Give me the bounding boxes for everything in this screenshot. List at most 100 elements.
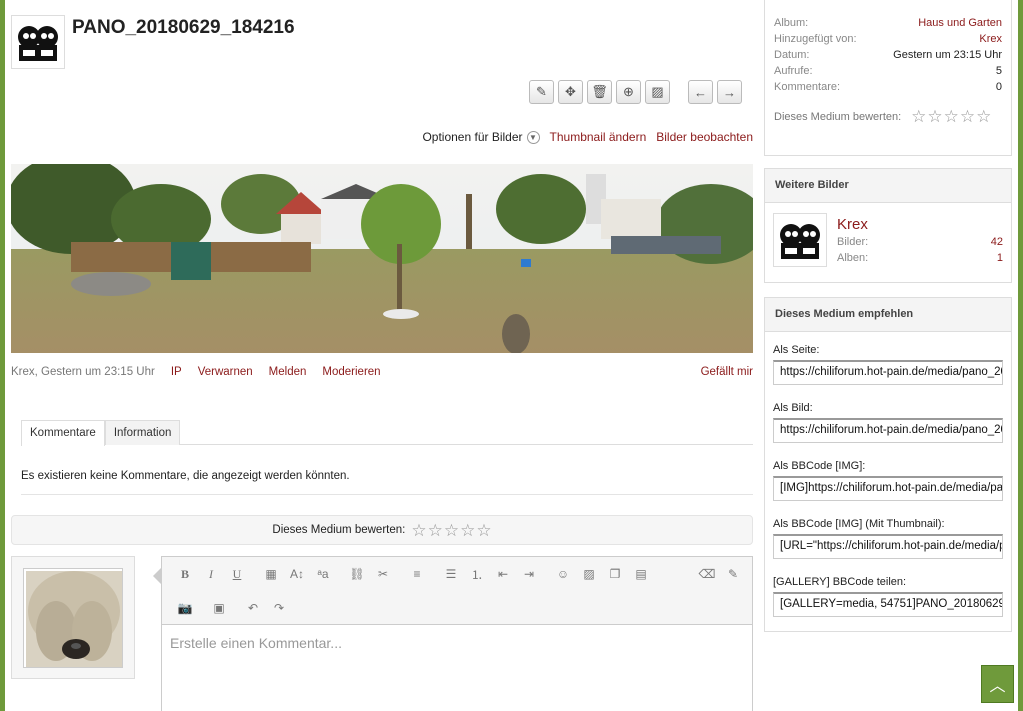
outdent-icon[interactable]: ⇤ — [490, 563, 516, 585]
page-title: PANO_20180629_184216 — [72, 17, 295, 38]
more-albums-link[interactable]: 1 — [997, 252, 1003, 264]
chevron-down-icon: ▼ — [526, 130, 540, 144]
info-comments-label: Kommentare: — [774, 81, 841, 93]
link-icon[interactable]: ⛓ — [344, 563, 370, 585]
share-gallery-input[interactable]: [GALLERY=media, 54751]PANO_20180629_1842 — [773, 592, 1003, 617]
watch-images-link[interactable]: Bilder beobachten — [656, 130, 753, 144]
panorama-image[interactable] — [11, 164, 753, 353]
info-added-by-row: Hinzugefügt von: Krex — [774, 33, 1002, 45]
uploader-avatar[interactable] — [11, 15, 65, 69]
more-albums-label: Alben: — [837, 252, 869, 264]
save-icon[interactable]: ▣ — [206, 597, 232, 619]
report-link[interactable]: Melden — [269, 366, 307, 378]
unlink-icon[interactable]: ✂ — [370, 563, 396, 585]
zoom-icon[interactable]: ⊕ — [616, 80, 641, 104]
author-line: Krex, Gestern um 23:15 Uhr — [11, 366, 155, 378]
image-icon[interactable]: ▨ — [576, 563, 602, 585]
rating-bar: Dieses Medium bewerten: ☆ ☆ ☆ ☆ ☆ — [11, 515, 753, 545]
underline-icon[interactable]: U — [224, 563, 250, 585]
camera-icon[interactable]: 📷 — [172, 597, 198, 619]
like-link[interactable]: Gefällt mir — [701, 366, 753, 378]
current-user-avatar[interactable] — [11, 556, 135, 679]
tab-information[interactable]: Information — [104, 420, 181, 445]
info-album-link[interactable]: Haus und Garten — [918, 17, 1002, 29]
rating-label: Dieses Medium bewerten: — [272, 524, 406, 536]
toggle-editor-icon[interactable]: ✎ — [720, 563, 746, 585]
info-views-label: Aufrufe: — [774, 65, 813, 77]
bullet-list-icon[interactable]: ☰ — [438, 563, 464, 585]
info-comments-row: Kommentare: 0 — [774, 81, 1002, 93]
star-icon[interactable]: ☆ — [911, 108, 926, 125]
star-icon[interactable]: ☆ — [960, 108, 975, 125]
share-image-input[interactable]: https://chiliforum.hot-pain.de/media/pan… — [773, 418, 1003, 443]
undo-icon[interactable]: ↶ — [240, 597, 266, 619]
more-albums-row: Alben: 1 — [837, 252, 1003, 264]
rating-stars: ☆ ☆ ☆ ☆ ☆ — [411, 522, 491, 539]
ip-link[interactable]: IP — [171, 366, 182, 378]
more-user-avatar-image — [775, 215, 825, 265]
redo-icon[interactable]: ↷ — [266, 597, 292, 619]
share-bbcode-input[interactable]: [IMG]https://chiliforum.hot-pain.de/medi… — [773, 476, 1003, 501]
star-icon[interactable]: ☆ — [411, 522, 426, 539]
info-added-by-link[interactable]: Krex — [979, 33, 1002, 45]
media-meta-row: Krex, Gestern um 23:15 Uhr IP Verwarnen … — [11, 366, 753, 378]
more-user-name[interactable]: Krex — [837, 216, 868, 233]
media-icon[interactable]: ❐ — [602, 563, 628, 585]
arrow-left-icon[interactable]: ← — [688, 80, 713, 104]
tab-comments[interactable]: Kommentare — [21, 420, 105, 446]
scroll-to-top-button[interactable]: ︿ — [981, 665, 1014, 703]
share-page-label: Als Seite: — [773, 344, 820, 356]
trash-icon[interactable]: 🗑 — [587, 80, 612, 104]
smiley-icon[interactable]: ☺ — [550, 563, 576, 585]
sidebar-rating: Dieses Medium bewerten: ☆ ☆ ☆ ☆ ☆ — [774, 108, 991, 125]
numbered-list-icon[interactable]: ⒈ — [464, 563, 490, 585]
moderate-link[interactable]: Moderieren — [322, 366, 380, 378]
warn-link[interactable]: Verwarnen — [198, 366, 253, 378]
star-icon[interactable]: ☆ — [444, 522, 459, 539]
color-icon[interactable]: ▦ — [258, 563, 284, 585]
star-icon[interactable]: ☆ — [976, 108, 991, 125]
info-date-value: Gestern um 23:15 Uhr — [893, 49, 1002, 61]
star-icon[interactable]: ☆ — [476, 522, 491, 539]
no-comments-message: Es existieren keine Kommentare, die ange… — [21, 470, 350, 482]
image-icon[interactable]: ▨ — [645, 80, 670, 104]
bold-icon[interactable]: B — [172, 563, 198, 585]
font-size-icon[interactable]: A↕ — [284, 563, 310, 585]
pencil-icon[interactable]: ✎ — [529, 80, 554, 104]
share-heading: Dieses Medium empfehlen — [764, 297, 1012, 332]
star-icon[interactable]: ☆ — [927, 108, 942, 125]
insert-icon[interactable]: ▤ — [628, 563, 654, 585]
comment-editor[interactable]: B I U ▦ A↕ ᵃa ⛓ ✂ ≡ ☰ ⒈ ⇤ ⇥ ☺ ▨ ❐ ▤ ⌫ ✎ — [161, 556, 753, 711]
italic-icon[interactable]: I — [198, 563, 224, 585]
editor-pointer — [153, 568, 161, 584]
info-comments-value: 0 — [995, 81, 1002, 93]
media-tabs: Kommentare Information — [21, 420, 753, 446]
arrow-right-icon[interactable]: → — [717, 80, 742, 104]
star-icon[interactable]: ☆ — [944, 108, 959, 125]
editor-toolbar: B I U ▦ A↕ ᵃa ⛓ ✂ ≡ ☰ ⒈ ⇤ ⇥ ☺ ▨ ❐ ▤ ⌫ ✎ — [162, 557, 752, 625]
more-user-avatar[interactable] — [773, 213, 827, 267]
page-frame-left — [0, 0, 5, 711]
media-options-row: Optionen für Bilder ▼ Thumbnail ändern Bi… — [422, 130, 753, 144]
more-images-label: Bilder: — [837, 236, 869, 248]
image-options-menu[interactable]: Optionen für Bilder ▼ — [422, 130, 540, 144]
comment-placeholder[interactable]: Erstelle einen Kommentar... — [170, 635, 342, 651]
change-thumbnail-link[interactable]: Thumbnail ändern — [550, 130, 647, 144]
more-images-link[interactable]: 42 — [991, 236, 1003, 248]
sidebar-rating-label: Dieses Medium bewerten: — [774, 110, 902, 123]
info-date-row: Datum: Gestern um 23:15 Uhr — [774, 49, 1002, 61]
move-icon[interactable]: ✥ — [558, 80, 583, 104]
eraser-icon[interactable]: ⌫ — [694, 563, 720, 585]
align-icon[interactable]: ≡ — [404, 563, 430, 585]
star-icon[interactable]: ☆ — [460, 522, 475, 539]
info-views-row: Aufrufe: 5 — [774, 65, 1002, 77]
share-image-label: Als Bild: — [773, 402, 813, 414]
sidebar-rating-stars: ☆ ☆ ☆ ☆ ☆ — [911, 108, 991, 125]
font-family-icon[interactable]: ᵃa — [310, 563, 336, 585]
indent-icon[interactable]: ⇥ — [516, 563, 542, 585]
share-bbcode-thumb-input[interactable]: [URL="https://chiliforum.hot-pain.de/med… — [773, 534, 1003, 559]
more-images-row: Bilder: 42 — [837, 236, 1003, 248]
share-page-input[interactable]: https://chiliforum.hot-pain.de/media/pan… — [773, 360, 1003, 385]
info-views-value: 5 — [995, 65, 1002, 77]
star-icon[interactable]: ☆ — [428, 522, 443, 539]
